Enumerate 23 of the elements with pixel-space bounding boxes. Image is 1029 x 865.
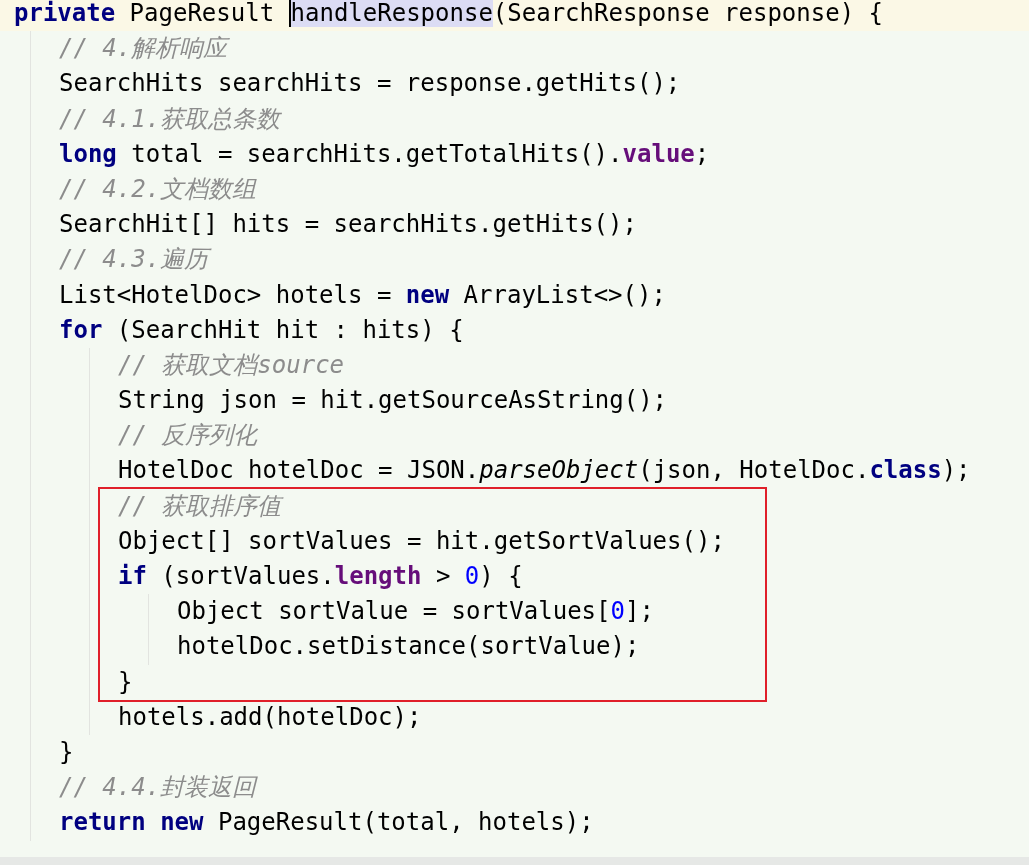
code-line: // 4.2.文档数组: [59, 173, 258, 205]
code-line: if (sortValues.length > 0) {: [118, 561, 524, 592]
code-line: List<HotelDoc> hotels = new ArrayList<>();: [59, 279, 667, 311]
code-line: SearchHits searchHits = response.getHits();: [59, 68, 682, 100]
code-line: }: [59, 736, 75, 768]
code-line: Object[] sortValues = hit.getSortValues();: [118, 525, 726, 557]
code-line: HotelDoc hotelDoc = JSON.parseObject(json, HotelDoc.class);: [118, 455, 972, 487]
code-line: String json = hit.getSourceAsString();: [118, 385, 669, 417]
code-line: // 获取排序值: [118, 490, 285, 522]
code-line: // 4.4.封装返回: [59, 772, 259, 804]
code-line: }: [118, 666, 134, 698]
code-line: SearchHit[] hits = searchHits.getHits();: [59, 209, 638, 241]
code-line: hotels.add(hotelDoc);: [118, 701, 423, 733]
code-line: // 4.解析响应: [59, 33, 231, 65]
code-line: // 获取文档source: [118, 349, 346, 381]
code-line: hotelDoc.setDistance(sortValue);: [177, 631, 641, 663]
code-line: return new PageResult(total, hotels);: [59, 807, 595, 839]
code-line: // 4.3.遍历: [59, 242, 1029, 278]
code-line: for (SearchHit hit : hits) {: [59, 314, 465, 346]
code-line: // 4.1.获取总条数: [59, 103, 283, 135]
code-line: Object sortValue = sortValues[0];: [177, 596, 655, 628]
code-line: long total = searchHits.getTotalHits().value;: [59, 138, 711, 170]
code-line: // 反序列化: [118, 420, 259, 452]
